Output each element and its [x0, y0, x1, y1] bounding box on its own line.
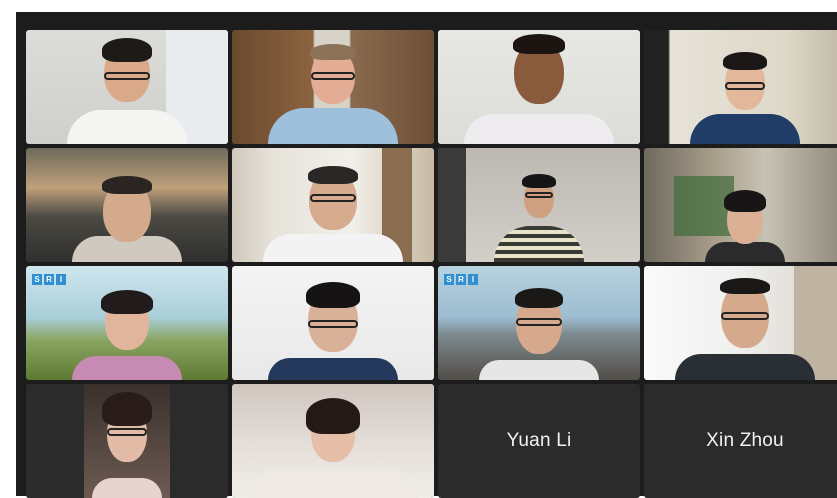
participant-tile-9[interactable]: S R I: [26, 266, 228, 380]
participant-tile-16[interactable]: Xin Zhou: [644, 384, 837, 498]
participant-tile-13[interactable]: [26, 384, 228, 498]
participant-tile-6[interactable]: [232, 148, 434, 262]
video-call-window: S R I S R I Yuan Li Xin Zhou: [16, 12, 837, 498]
participant-tile-4[interactable]: [644, 30, 837, 144]
participant-tile-3[interactable]: [438, 30, 640, 144]
participant-tile-8[interactable]: [644, 148, 837, 262]
participant-grid: S R I S R I Yuan Li Xin Zhou: [26, 30, 837, 498]
participant-tile-15[interactable]: Yuan Li: [438, 384, 640, 498]
sri-letter: R: [456, 274, 466, 285]
participant-tile-11[interactable]: S R I: [438, 266, 640, 380]
sri-letter: S: [32, 274, 42, 285]
sri-letter: S: [444, 274, 454, 285]
participant-tile-5[interactable]: [26, 148, 228, 262]
participant-tile-14[interactable]: [232, 384, 434, 498]
participant-tile-2[interactable]: [232, 30, 434, 144]
participant-name: Yuan Li: [506, 430, 572, 451]
sri-letter: I: [56, 274, 66, 285]
participant-tile-10[interactable]: [232, 266, 434, 380]
sri-letter: R: [44, 274, 54, 285]
sri-logo: S R I: [32, 274, 66, 285]
sri-letter: I: [468, 274, 478, 285]
participant-name: Xin Zhou: [706, 430, 784, 451]
sri-logo: S R I: [444, 274, 478, 285]
participant-tile-12[interactable]: [644, 266, 837, 380]
participant-tile-1[interactable]: [26, 30, 228, 144]
participant-tile-7[interactable]: [438, 148, 640, 262]
